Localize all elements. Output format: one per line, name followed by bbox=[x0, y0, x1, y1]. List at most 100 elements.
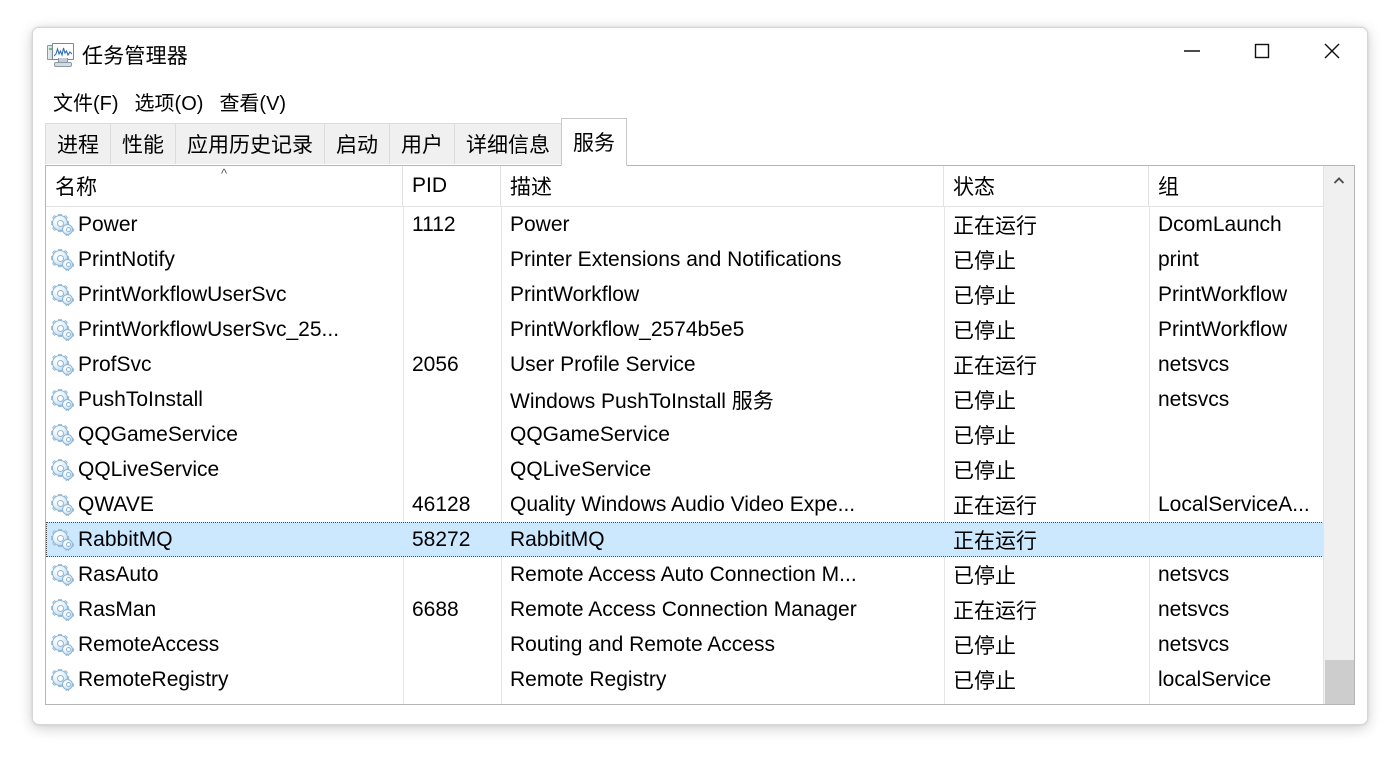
column-label-description: 描述 bbox=[510, 176, 552, 199]
cell-status: 正在运行 bbox=[953, 529, 1037, 553]
task-manager-icon bbox=[47, 43, 74, 67]
cell-description: QQGameService bbox=[510, 422, 670, 446]
cell-pid: 2056 bbox=[412, 352, 459, 376]
cell-status: 已停止 bbox=[953, 459, 1016, 483]
cell-description: RabbitMQ bbox=[510, 527, 605, 551]
column-label-name: 名称 bbox=[55, 176, 97, 199]
minimize-button[interactable] bbox=[1157, 28, 1227, 74]
service-name: PrintWorkflowUserSvc bbox=[78, 282, 287, 306]
cell-group: PrintWorkflow bbox=[1158, 282, 1288, 306]
table-row[interactable]: RabbitMQ 58272 RabbitMQ 正在运行 bbox=[46, 522, 1354, 557]
service-gears-icon bbox=[51, 563, 75, 586]
tab-users[interactable]: 用户 bbox=[389, 123, 454, 165]
table-row[interactable]: ProfSvc 2056 User Profile Service 正在运行 netsv… bbox=[46, 347, 1354, 382]
tab-performance[interactable]: 性能 bbox=[110, 123, 175, 165]
service-name: Power bbox=[78, 212, 138, 236]
service-gears-icon bbox=[51, 528, 75, 551]
cell-status: 正在运行 bbox=[953, 494, 1037, 518]
service-name: RemoteRegistry bbox=[78, 667, 229, 691]
cell-name: QQLiveService bbox=[46, 458, 403, 482]
service-name: PrintWorkflowUserSvc_25... bbox=[78, 317, 340, 341]
service-name: RasMan bbox=[78, 597, 157, 621]
tab-details[interactable]: 详细信息 bbox=[454, 123, 561, 165]
menu-options[interactable]: 选项(O) bbox=[127, 85, 212, 118]
column-label-group: 组 bbox=[1158, 176, 1179, 199]
chart-glyph bbox=[54, 47, 72, 57]
tab-startup[interactable]: 启动 bbox=[324, 123, 389, 165]
table-row[interactable]: RasAuto Remote Access Auto Connection M..… bbox=[46, 557, 1354, 592]
table-row[interactable]: PrintWorkflowUserSvc PrintWorkflow 已停止 Prin… bbox=[46, 277, 1354, 312]
table-row[interactable]: PrintNotify Printer Extensions and Notifi… bbox=[46, 242, 1354, 277]
table-row[interactable]: PushToInstall Windows PushToInstall 服务 已停止… bbox=[46, 382, 1354, 417]
service-gears-icon bbox=[51, 318, 75, 341]
cell-name: QWAVE bbox=[46, 493, 403, 517]
column-header-status[interactable]: 状态 bbox=[944, 166, 1149, 206]
service-gears-icon bbox=[51, 248, 75, 271]
table-row[interactable]: QQLiveService QQLiveService 已停止 bbox=[46, 452, 1354, 487]
menu-file[interactable]: 文件(F) bbox=[45, 85, 127, 118]
title-bar: 任务管理器 bbox=[33, 28, 1367, 82]
table-row[interactable]: RemoteAccess Routing and Remote Access 已停止… bbox=[46, 627, 1354, 662]
window-title: 任务管理器 bbox=[82, 45, 188, 68]
sort-ascending-icon: ^ bbox=[220, 166, 228, 181]
service-name: ProfSvc bbox=[78, 352, 152, 376]
tab-processes[interactable]: 进程 bbox=[45, 123, 110, 165]
maximize-icon bbox=[1254, 43, 1270, 59]
cell-name: RemoteRegistry bbox=[46, 668, 403, 692]
tab-strip: 进程 性能 应用历史记录 启动 用户 详细信息 服务 bbox=[33, 118, 1367, 166]
cell-description: Quality Windows Audio Video Expe... bbox=[510, 492, 856, 516]
cell-name: RasMan bbox=[46, 598, 403, 622]
service-gears-icon bbox=[51, 458, 75, 481]
service-name: QQGameService bbox=[78, 422, 238, 446]
tab-app-history[interactable]: 应用历史记录 bbox=[175, 123, 324, 165]
services-list: 名称 ^ PID 描述 状态 组 Power 1112 Power 正在运行 DcomL… bbox=[45, 165, 1355, 705]
cell-status: 已停止 bbox=[953, 319, 1016, 343]
cell-group: print bbox=[1158, 247, 1199, 271]
column-header-group[interactable]: 组 bbox=[1149, 166, 1345, 206]
scroll-thumb[interactable] bbox=[1325, 660, 1354, 704]
cell-status: 正在运行 bbox=[953, 214, 1037, 238]
table-row[interactable]: Power 1112 Power 正在运行 DcomLaunch bbox=[46, 207, 1354, 242]
table-row[interactable]: RasMan 6688 Remote Access Connection Manag… bbox=[46, 592, 1354, 627]
cell-group: netsvcs bbox=[1158, 387, 1230, 411]
cell-description: Remote Access Connection Manager bbox=[510, 597, 857, 621]
cell-status: 已停止 bbox=[953, 669, 1016, 693]
close-icon bbox=[1324, 43, 1340, 59]
cell-group: LocalServiceA... bbox=[1158, 492, 1310, 516]
service-gears-icon bbox=[51, 598, 75, 621]
table-row[interactable]: RemoteRegistry Remote Registry 已停止 localSer… bbox=[46, 662, 1354, 697]
table-row[interactable]: QQGameService QQGameService 已停止 bbox=[46, 417, 1354, 452]
cell-status: 已停止 bbox=[953, 634, 1016, 658]
list-header: 名称 ^ PID 描述 状态 组 bbox=[46, 166, 1354, 207]
table-body: Power 1112 Power 正在运行 DcomLaunch PrintNotify P… bbox=[46, 207, 1354, 697]
cell-pid: 6688 bbox=[412, 597, 459, 621]
service-name: QWAVE bbox=[78, 492, 154, 516]
cell-description: User Profile Service bbox=[510, 352, 696, 376]
table-row[interactable]: PrintWorkflowUserSvc_25... PrintWorkflow_… bbox=[46, 312, 1354, 347]
service-gears-icon bbox=[51, 668, 75, 691]
column-header-description[interactable]: 描述 bbox=[501, 166, 944, 206]
cell-status: 已停止 bbox=[953, 564, 1016, 588]
vertical-scrollbar[interactable] bbox=[1323, 166, 1354, 704]
column-label-status: 状态 bbox=[953, 176, 995, 199]
scroll-up-button[interactable] bbox=[1324, 166, 1354, 196]
cell-name: QQGameService bbox=[46, 423, 403, 447]
cell-status: 已停止 bbox=[953, 389, 1016, 413]
tab-services[interactable]: 服务 bbox=[561, 118, 627, 166]
cell-description: Power bbox=[510, 212, 570, 236]
maximize-button[interactable] bbox=[1227, 28, 1297, 74]
menu-view[interactable]: 查看(V) bbox=[211, 85, 294, 118]
column-header-pid[interactable]: PID bbox=[403, 166, 501, 206]
cell-status: 正在运行 bbox=[953, 599, 1037, 623]
cell-pid: 58272 bbox=[412, 527, 471, 551]
table-row[interactable]: QWAVE 46128 Quality Windows Audio Video Ex… bbox=[46, 487, 1354, 522]
column-header-name[interactable]: 名称 ^ bbox=[46, 166, 403, 206]
service-name: PrintNotify bbox=[78, 247, 175, 271]
cell-group: netsvcs bbox=[1158, 562, 1230, 586]
close-button[interactable] bbox=[1297, 28, 1367, 74]
cell-description: Routing and Remote Access bbox=[510, 632, 775, 656]
menu-bar: 文件(F) 选项(O) 查看(V) bbox=[33, 82, 1367, 120]
cell-group: netsvcs bbox=[1158, 352, 1230, 376]
cell-description: PrintWorkflow_2574b5e5 bbox=[510, 317, 745, 341]
cell-name: ProfSvc bbox=[46, 353, 403, 377]
